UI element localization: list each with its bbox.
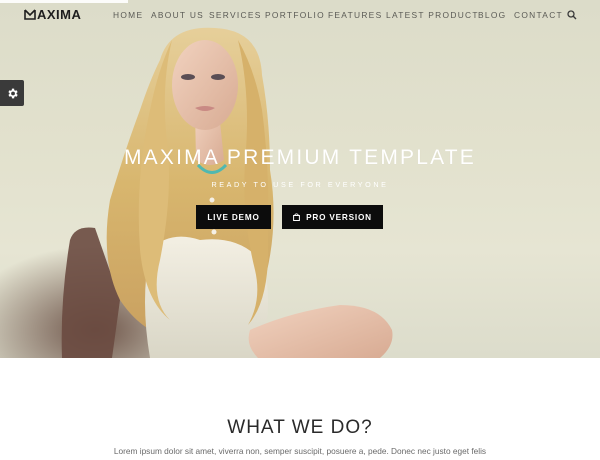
hero-section [0, 0, 600, 358]
hero-subtitle: READY TO USE FOR EVERYONE [211, 180, 389, 189]
nav-item-features[interactable]: FEATURES [328, 10, 382, 20]
nav-item-services[interactable]: SERVICES [209, 10, 262, 20]
live-demo-button[interactable]: LIVE DEMO [196, 205, 271, 229]
section-title: WHAT WE DO? [227, 417, 373, 438]
pro-version-button[interactable]: PRO VERSION [282, 205, 383, 229]
nav-item-latest-product[interactable]: LATEST PRODUCT [386, 10, 479, 20]
live-demo-label: LIVE DEMO [207, 212, 260, 222]
nav-item-blog[interactable]: BLOG [478, 10, 506, 20]
settings-toggle-button[interactable] [0, 80, 24, 106]
pro-version-label: PRO VERSION [306, 212, 372, 222]
section-description: Lorem ipsum dolor sit amet, viverra non,… [113, 446, 487, 456]
nav-item-about-us[interactable]: ABOUT US [151, 10, 204, 20]
site-header: AXIMA HOME ABOUT US SERVICES PORTFOLIO F… [0, 0, 600, 30]
nav-item-contact[interactable]: CONTACT [514, 10, 563, 20]
nav-item-portfolio[interactable]: PORTFOLIO [265, 10, 325, 20]
search-icon[interactable] [567, 10, 577, 20]
shopping-bag-icon [293, 213, 301, 221]
main-nav: HOME ABOUT US SERVICES PORTFOLIO FEATURE… [0, 10, 600, 22]
hero-title: MAXIMA PREMIUM TEMPLATE [123, 146, 477, 169]
gear-icon [7, 88, 18, 98]
hero-photo [61, 27, 393, 358]
nav-item-home[interactable]: HOME [113, 10, 143, 20]
